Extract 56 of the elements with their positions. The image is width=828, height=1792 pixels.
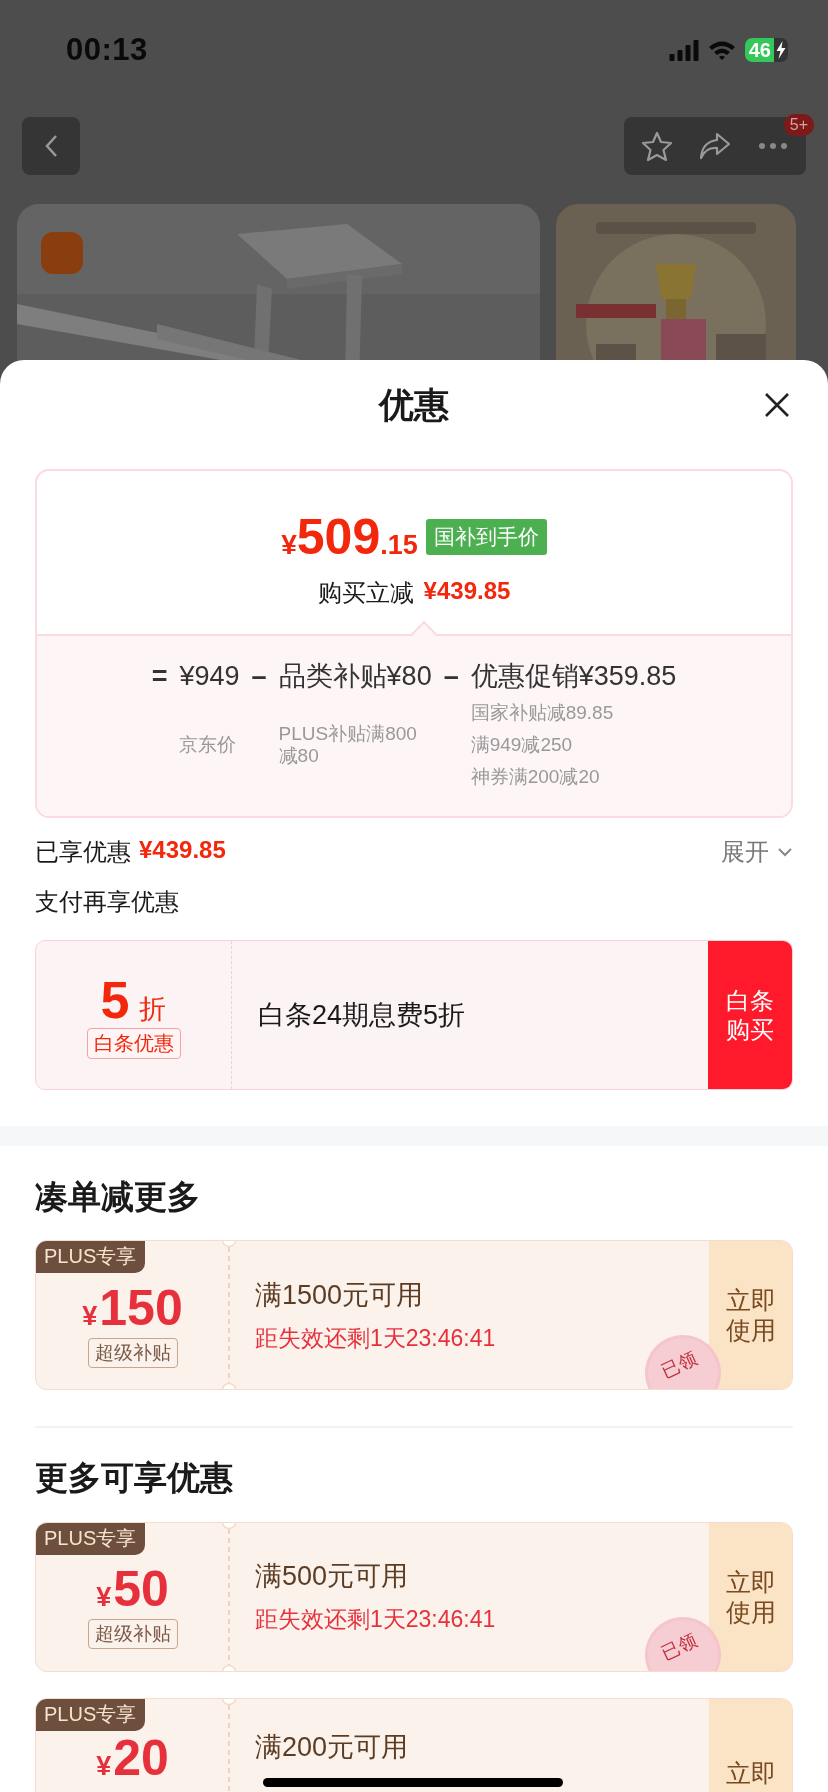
section-title: 凑单减更多 xyxy=(35,1176,201,1217)
coupon-condition: 满500元可用 xyxy=(255,1560,410,1593)
price-component: 优惠促销¥359.85 xyxy=(470,660,677,692)
close-icon xyxy=(764,392,790,418)
price-note: 神券满200减20 xyxy=(470,766,601,788)
price-note: 京东价 xyxy=(179,734,238,756)
price-note: 国家补贴减89.85 xyxy=(470,702,615,724)
currency-symbol: ¥ xyxy=(82,1300,98,1332)
signal-icon xyxy=(668,39,699,61)
plus-tag: PLUS专享 xyxy=(36,1522,146,1555)
offer-badge: 白条优惠 xyxy=(86,1027,181,1059)
offer-description: 白条24期息费5折 xyxy=(257,999,467,1032)
section-title: 更多可享优惠 xyxy=(35,1458,234,1498)
price-note: 满949减250 xyxy=(470,734,574,756)
subsidy-label: 超级补贴 xyxy=(87,1337,178,1368)
share-icon xyxy=(698,131,732,161)
expiry-countdown: 距失效还剩1天23:46:41 xyxy=(255,1605,497,1634)
price-component: 品类补贴¥80 xyxy=(278,660,432,693)
chevron-down-icon xyxy=(777,847,793,857)
operator-sign: – xyxy=(443,660,459,693)
coupon-amount: 150 xyxy=(99,1280,183,1335)
enjoyed-amount: ¥439.85 xyxy=(139,836,226,865)
currency-symbol: ¥ xyxy=(96,1750,112,1782)
price-tag: 国补到手价 xyxy=(425,519,547,555)
coupon-amount: 20 xyxy=(113,1730,169,1785)
discount-value: 5 xyxy=(100,971,130,1028)
price-component: ¥949 xyxy=(179,660,240,693)
enjoyed-label: 已享优惠 xyxy=(35,837,131,867)
operator-sign: – xyxy=(251,660,267,693)
baitiao-buy-button[interactable]: 白条购买 xyxy=(708,941,792,1089)
clock: 00:13 xyxy=(66,32,148,68)
section-label: 支付再享优惠 xyxy=(35,887,180,917)
use-now-button[interactable]: 立即使用 xyxy=(709,1522,792,1671)
final-price: ¥509.15 xyxy=(281,511,418,563)
subsidy-label: 超级补贴 xyxy=(87,1619,178,1649)
saving-amount: ¥439.85 xyxy=(423,577,511,606)
use-now-button[interactable]: 立即 xyxy=(709,1698,792,1792)
plus-tag: PLUS专享 xyxy=(36,1698,146,1731)
price-note: PLUS补贴满800减80 xyxy=(278,723,418,767)
saving-label: 购买立减 xyxy=(317,578,414,608)
currency-symbol: ¥ xyxy=(96,1582,112,1613)
operator-sign: = xyxy=(151,660,168,693)
battery-level: 46 xyxy=(748,38,771,62)
coupon-condition: 满200元可用 xyxy=(255,1730,410,1764)
sheet-title: 优惠 xyxy=(379,383,449,426)
plus-tag: PLUS专享 xyxy=(36,1241,146,1273)
back-icon xyxy=(43,133,59,159)
expand-button[interactable]: 展开 xyxy=(721,836,793,868)
more-icon xyxy=(758,142,788,150)
coupon-condition: 满1500元可用 xyxy=(255,1278,425,1312)
expiry-countdown: 距失效还剩1天23:46:41 xyxy=(255,1323,497,1353)
notification-badge: 5+ xyxy=(783,114,814,136)
star-icon xyxy=(641,130,673,162)
discount-unit: 折 xyxy=(139,992,167,1026)
coupon-amount: 50 xyxy=(113,1562,169,1616)
use-now-button[interactable]: 立即使用 xyxy=(709,1241,792,1389)
